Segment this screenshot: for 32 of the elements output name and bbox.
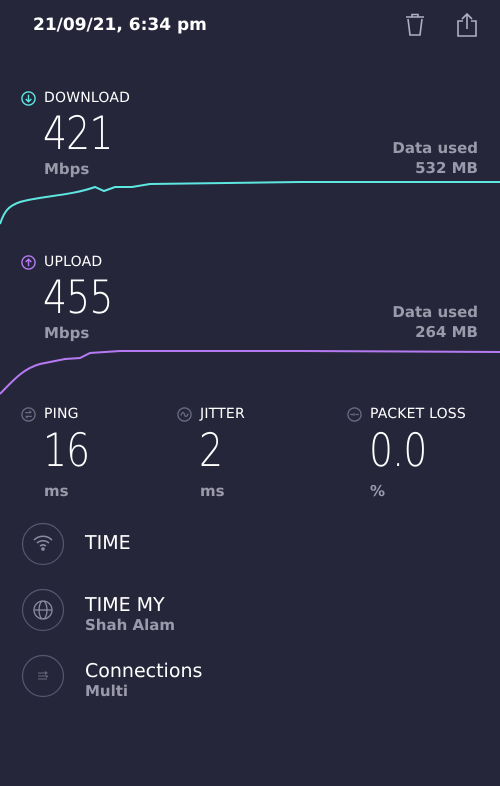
- speed-value: 455: [43, 270, 113, 324]
- detail-title: TIME MY: [85, 594, 166, 616]
- detail-subtitle: Multi: [85, 682, 130, 700]
- data-used-value: 264 MB: [415, 322, 478, 342]
- date-time-title: 21/09/21, 6:34 pm: [33, 15, 207, 35]
- share-icon[interactable]: [456, 12, 478, 38]
- speed-value: 421: [43, 106, 113, 160]
- metric-value: 2: [199, 422, 222, 478]
- speed-label: DOWNLOAD: [44, 90, 130, 106]
- globe-icon: [21, 588, 65, 632]
- metric-unit: %: [370, 482, 386, 500]
- metric-unit: ms: [200, 482, 226, 500]
- data-used-label: Data used: [392, 302, 478, 322]
- ping-icon: [21, 406, 36, 422]
- jitter-icon: [177, 406, 192, 422]
- delete-icon[interactable]: [404, 13, 426, 37]
- arrows-icon: [21, 654, 65, 698]
- speed-unit: Mbps: [44, 160, 90, 178]
- metric-label: JITTER: [200, 406, 245, 422]
- detail-title: TIME: [85, 532, 131, 554]
- metric-label: PACKET LOSS: [370, 406, 466, 422]
- detail-title: Connections: [85, 660, 202, 682]
- metric-value: 16: [43, 422, 90, 478]
- metric-value: 0.0: [369, 422, 427, 478]
- metric-label: PING: [44, 406, 79, 422]
- wifi-icon: [21, 522, 65, 566]
- data-used-label: Data used: [392, 138, 478, 158]
- detail-subtitle: Shah Alam: [85, 616, 176, 634]
- data-used-value: 532 MB: [415, 158, 478, 178]
- metric-unit: ms: [44, 482, 70, 500]
- speed-label: UPLOAD: [44, 254, 102, 270]
- speed-unit: Mbps: [44, 324, 90, 342]
